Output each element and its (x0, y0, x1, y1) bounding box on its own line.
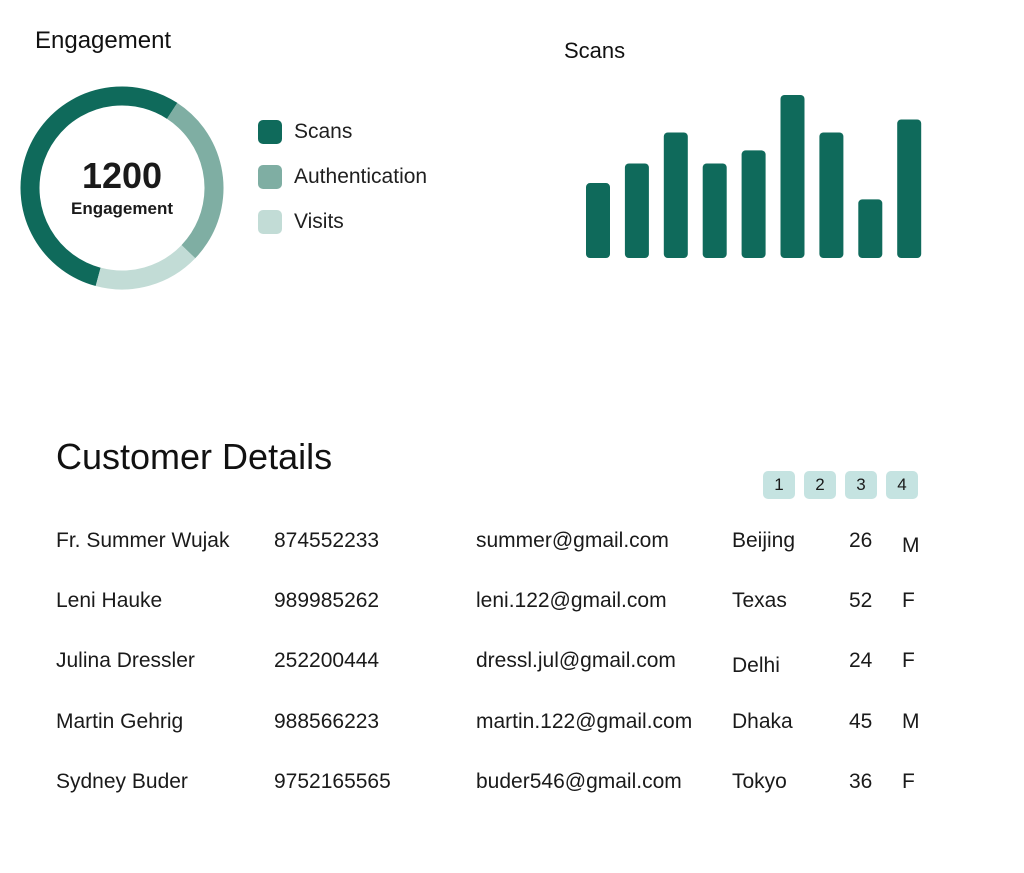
page-button-1[interactable]: 1 (763, 471, 795, 499)
scans-chart-title: Scans (564, 38, 626, 63)
legend-label-scans: Scans (294, 120, 353, 143)
customer-phone: 252200444 (274, 649, 380, 672)
legend-swatch-visits (258, 210, 282, 234)
customer-city: Tokyo (732, 770, 787, 793)
customer-name: Martin Gehrig (56, 710, 184, 733)
customer-email: summer@gmail.com (476, 529, 669, 552)
table-row[interactable]: Martin Gehrig 988566223 martin.122@gmail… (0, 710, 1024, 750)
customer-gender: M (902, 534, 920, 557)
pagination: 1 2 3 4 (763, 471, 927, 499)
page-button-3[interactable]: 3 (845, 471, 877, 499)
customer-phone: 9752165565 (274, 770, 391, 793)
scans-bar-7 (819, 132, 844, 258)
scans-bar-6 (780, 95, 805, 258)
customer-phone: 874552233 (274, 529, 380, 552)
legend-item-visits: Visits (258, 208, 427, 236)
customer-gender: F (902, 589, 915, 612)
customer-email: dressl.jul@gmail.com (476, 649, 676, 672)
customer-city: Texas (732, 589, 787, 612)
page-button-2[interactable]: 2 (804, 471, 836, 499)
customer-city: Delhi (732, 654, 780, 677)
customer-city: Dhaka (732, 710, 793, 733)
customer-age: 36 (849, 770, 873, 793)
legend-item-scans: Scans (258, 118, 427, 146)
table-row[interactable]: Fr. Summer Wujak 874552233 summer@gmail.… (0, 529, 1024, 569)
customer-email: buder546@gmail.com (476, 770, 682, 793)
customer-name: Sydney Buder (56, 770, 188, 793)
customer-city: Beijing (732, 529, 796, 552)
customer-age: 26 (849, 529, 873, 552)
legend-label-authentication: Authentication (294, 165, 428, 188)
customer-gender: F (902, 770, 915, 793)
customer-email: martin.122@gmail.com (476, 710, 693, 733)
engagement-legend: Scans Authentication Visits (258, 118, 427, 253)
table-row[interactable]: Sydney Buder 9752165565 buder546@gmail.c… (0, 770, 1024, 810)
customer-name: Fr. Summer Wujak (56, 529, 230, 552)
legend-swatch-scans (258, 120, 282, 144)
scans-bar-4 (702, 163, 727, 258)
customer-age: 45 (849, 710, 873, 733)
scans-bar-8 (858, 199, 883, 258)
legend-swatch-authentication (258, 165, 282, 189)
table-row[interactable]: Julina Dressler 252200444 dressl.jul@gma… (0, 649, 1024, 689)
customer-gender: M (902, 710, 920, 733)
scans-bar-2 (624, 163, 649, 258)
customer-email: leni.122@gmail.com (476, 589, 667, 612)
customer-age: 24 (849, 649, 873, 672)
legend-label-visits: Visits (294, 210, 344, 233)
scans-bar-chart (586, 95, 922, 258)
scans-bar-3 (663, 132, 688, 258)
engagement-donut-chart (20, 86, 224, 290)
customer-age: 52 (849, 589, 873, 612)
customer-phone: 988566223 (274, 710, 380, 733)
scans-bar-5 (741, 150, 766, 258)
table-row[interactable]: Leni Hauke 989985262 leni.122@gmail.com … (0, 589, 1024, 629)
customer-phone: 989985262 (274, 589, 380, 612)
engagement-title: Engagement (35, 27, 172, 54)
scans-bar-1 (586, 183, 610, 258)
customer-name: Leni Hauke (56, 589, 163, 612)
customer-name: Julina Dressler (56, 649, 195, 672)
scans-bar-9 (897, 119, 922, 258)
legend-item-authentication: Authentication (258, 163, 427, 191)
customer-gender: F (902, 649, 915, 672)
page-button-4[interactable]: 4 (886, 471, 918, 499)
customer-details-title: Customer Details (56, 436, 333, 477)
